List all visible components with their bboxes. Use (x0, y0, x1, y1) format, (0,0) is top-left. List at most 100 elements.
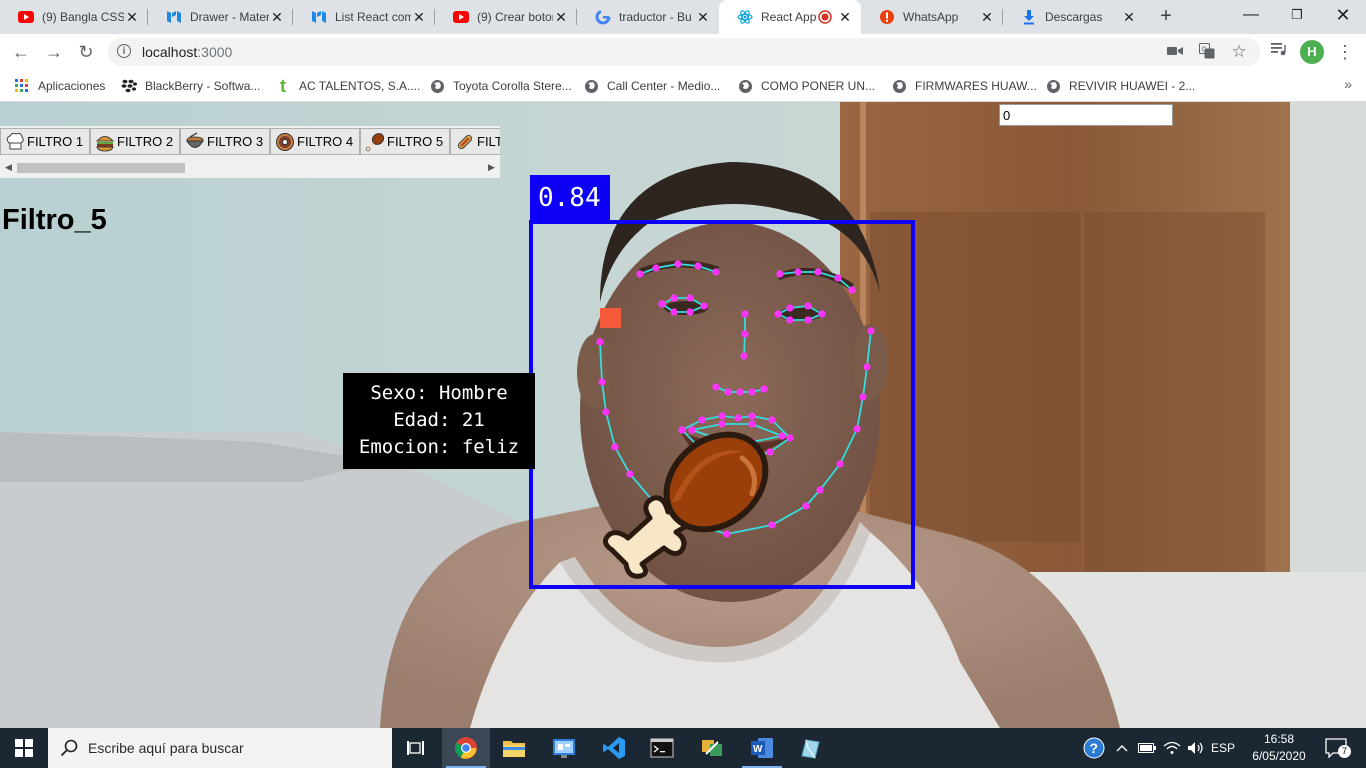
system-clock[interactable]: 16:58 6/05/2020 (1248, 731, 1310, 765)
filter-1-button[interactable]: FILTRO 1 (0, 128, 90, 155)
landmark-point (611, 443, 619, 451)
minimize-button[interactable]: — (1228, 0, 1274, 30)
window-close-button[interactable]: ✕ (1320, 0, 1366, 30)
tab-drawer-material[interactable]: Drawer - Mater ✕ (148, 0, 293, 34)
youtube-icon (18, 9, 34, 25)
language-indicator[interactable]: ESP (1208, 728, 1238, 768)
task-view-button[interactable] (392, 728, 440, 768)
landmark-contour (661, 297, 707, 313)
network-tool-icon (702, 740, 722, 756)
scrollbar-thumb[interactable] (17, 163, 185, 173)
taskbar-file-explorer[interactable] (490, 728, 538, 768)
taskbar-word[interactable]: W (738, 728, 786, 768)
tab-descargas[interactable]: Descargas ✕ (1003, 0, 1145, 34)
bookmark-como-poner[interactable]: COMO PONER UN... (737, 77, 875, 95)
new-tab-button[interactable]: + (1155, 6, 1177, 28)
bookmark-aplicaciones[interactable]: Aplicaciones (14, 77, 105, 95)
address-bar[interactable]: i localhost:3000 G ☆ (108, 38, 1260, 66)
filter-3-button[interactable]: FILTRO 3 (180, 128, 270, 155)
camera-in-use-icon[interactable] (1166, 43, 1184, 61)
profile-avatar[interactable]: H (1300, 40, 1324, 64)
bookmark-toyota-corolla[interactable]: Toyota Corolla Stere... (429, 77, 572, 95)
tab-crear-boton[interactable]: (9) Crear botor ✕ (435, 0, 577, 34)
battery-icon[interactable] (1136, 728, 1158, 768)
close-icon[interactable]: ✕ (1121, 9, 1137, 26)
forward-button[interactable]: → (43, 41, 65, 63)
filter-toolbar: FILTRO 1 FILTRO 2 FILTRO 3 FILTRO 4 FILT… (0, 126, 500, 178)
tab-title: traductor - Bu (619, 10, 692, 24)
bookmark-call-center[interactable]: Call Center - Medio... (583, 77, 720, 95)
tab-title: React App (761, 10, 817, 24)
windows-taskbar: Escribe aquí para buscar W ? ESP 16:58 6… (0, 728, 1366, 768)
landmark-point (670, 294, 678, 302)
material-ui-icon (311, 9, 327, 25)
scroll-right-arrow-icon[interactable]: ▶ (488, 162, 495, 173)
reload-button[interactable]: ↻ (75, 41, 97, 63)
landmark-point (740, 352, 748, 360)
filter-4-button[interactable]: FILTRO 4 (270, 128, 360, 155)
taskbar-chrome[interactable] (442, 728, 490, 768)
wifi-icon[interactable] (1160, 728, 1184, 768)
filter-scrollbar[interactable]: ◀ ▶ (0, 160, 500, 176)
bookmark-blackberry[interactable]: BlackBerry - Softwa... (121, 77, 260, 95)
close-icon[interactable]: ✕ (553, 9, 569, 26)
close-icon[interactable]: ✕ (411, 9, 427, 26)
counter-input[interactable] (999, 104, 1173, 126)
drumstick-filter-sticker (603, 431, 769, 579)
media-playlist-icon[interactable] (1268, 41, 1290, 63)
bookmark-revivir-huawei[interactable]: REVIVIR HUAWEI - 2... (1045, 77, 1195, 95)
app-tile-icon (801, 739, 820, 759)
tab-traductor[interactable]: traductor - Bu ✕ (577, 0, 719, 34)
landmark-point (698, 416, 706, 424)
site-info-icon[interactable]: i (117, 44, 131, 58)
start-button[interactable] (0, 728, 48, 768)
taskbar-app-generic[interactable] (786, 728, 834, 768)
tab-list-react[interactable]: List React com ✕ (293, 0, 435, 34)
face-detection-overlay (529, 220, 915, 589)
landmark-point (712, 268, 720, 276)
taskbar-control-panel[interactable] (540, 728, 588, 768)
back-button[interactable]: ← (10, 41, 32, 63)
landmark-point (700, 302, 708, 310)
drumstick-icon (365, 132, 385, 152)
show-hidden-icons-chevron-icon[interactable] (1112, 728, 1132, 768)
url-text[interactable]: localhost:3000 (142, 44, 232, 60)
more-bookmarks-chevron-icon[interactable]: » (1344, 76, 1352, 92)
landmark-point (804, 316, 812, 324)
close-icon[interactable]: ✕ (837, 9, 853, 26)
tab-react-app[interactable]: React App ✕ (719, 0, 861, 34)
bookmark-ac-talentos[interactable]: t AC TALENTOS, S.A.... (275, 75, 420, 96)
task-view-icon (407, 741, 424, 755)
restore-button[interactable]: ❐ (1274, 0, 1320, 30)
close-icon[interactable]: ✕ (124, 9, 140, 26)
volume-icon[interactable] (1184, 728, 1208, 768)
recording-icon (817, 9, 833, 25)
notifications-button[interactable]: 7 (1318, 728, 1354, 768)
filter-2-button[interactable]: FILTRO 2 (90, 128, 180, 155)
tab-whatsapp[interactable]: WhatsApp ✕ (861, 0, 1003, 34)
youtube-icon (453, 9, 469, 25)
close-icon[interactable]: ✕ (269, 9, 285, 26)
close-icon[interactable]: ✕ (979, 9, 995, 26)
kebab-menu-icon[interactable]: ⋮ (1334, 41, 1356, 63)
taskbar-search-box[interactable]: Escribe aquí para buscar (48, 728, 392, 768)
taskbar-network-tool[interactable] (688, 728, 736, 768)
detection-score-label: 0.84 (530, 175, 610, 221)
taskbar-terminal[interactable] (638, 728, 686, 768)
filter-5-button[interactable]: FILTRO 5 (360, 128, 450, 155)
gender-text: Sexo: Hombre (370, 382, 508, 404)
tab-bangla-css[interactable]: (9) Bangla CSS ✕ (0, 0, 148, 34)
scroll-left-arrow-icon[interactable]: ◀ (5, 162, 12, 173)
taskbar-vscode[interactable] (590, 728, 638, 768)
landmark-point (734, 414, 742, 422)
landmark-point (867, 327, 875, 335)
help-tray-icon[interactable]: ? (1080, 728, 1108, 768)
filter-6-button[interactable]: FILT (450, 128, 500, 155)
t-logo-icon: t (280, 75, 286, 96)
translate-icon[interactable]: G (1198, 43, 1216, 61)
close-icon[interactable]: ✕ (695, 9, 711, 26)
bookmark-star-icon[interactable]: ☆ (1230, 43, 1248, 61)
bookmark-firmwares-huawei[interactable]: FIRMWARES HUAW... (891, 77, 1037, 95)
hotdog-icon (455, 132, 475, 152)
bookmark-label: Toyota Corolla Stere... (453, 79, 572, 93)
